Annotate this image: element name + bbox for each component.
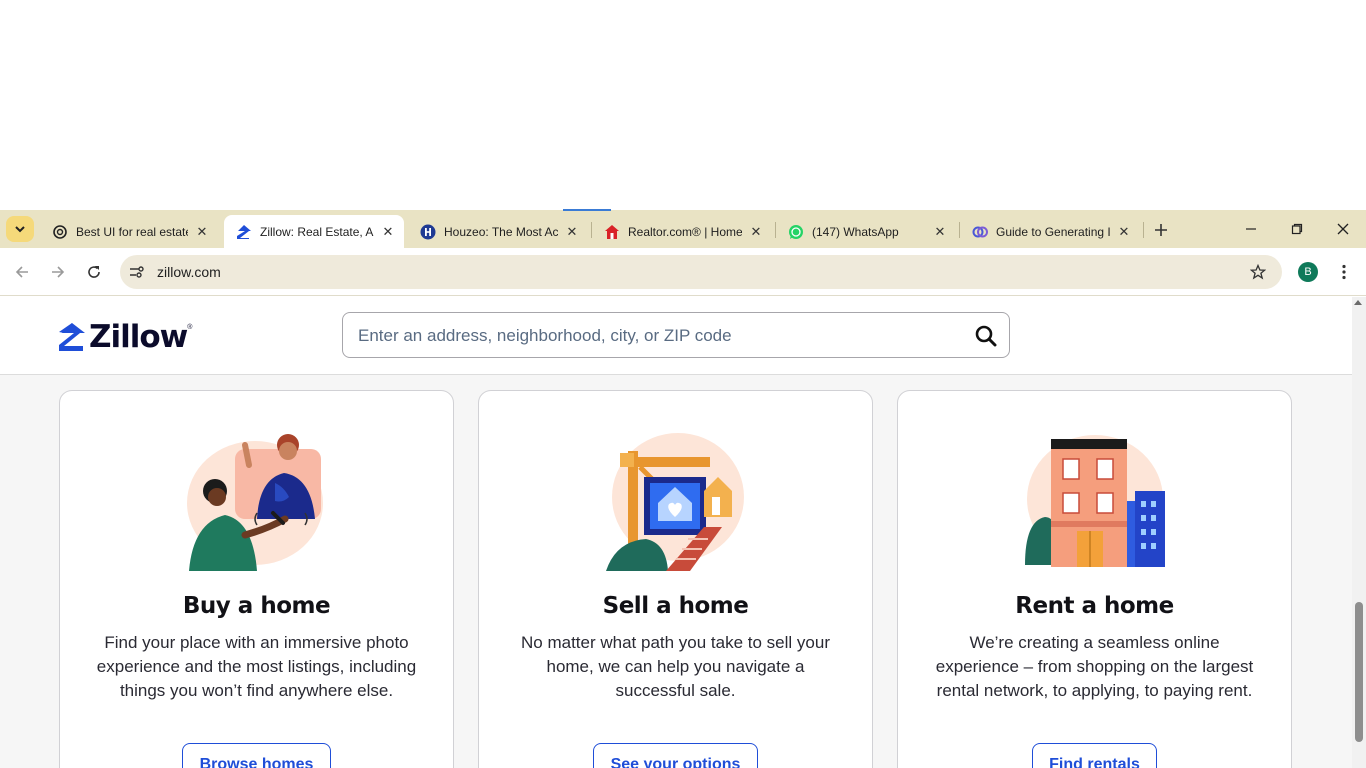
buy-home-card: Buy a home Find your place with an immer… (59, 390, 454, 768)
tab-title: Best UI for real estate (76, 224, 188, 239)
card-description: No matter what path you take to sell you… (521, 633, 830, 700)
site-info-icon[interactable] (126, 262, 148, 282)
scroll-up-arrow-icon[interactable] (1354, 300, 1362, 305)
tab-title: Zillow: Real Estate, Ap (260, 224, 374, 239)
card-description: We’re creating a seamless online experie… (935, 633, 1254, 700)
close-icon[interactable]: ✕ (932, 224, 948, 240)
zillow-header: Zillow ® (0, 297, 1352, 375)
url-text[interactable]: zillow.com (157, 264, 221, 280)
close-icon[interactable]: ✕ (194, 224, 210, 240)
search-icon (975, 325, 997, 347)
zillow-logo-text: Zillow (89, 319, 188, 355)
new-tab-button[interactable] (1150, 219, 1172, 241)
tab-title: Houzeo: The Most Ac (444, 224, 558, 239)
close-window-button[interactable] (1320, 214, 1366, 244)
reload-button[interactable] (82, 260, 106, 284)
card-title: Sell a home (602, 593, 749, 619)
profile-avatar[interactable]: B (1298, 262, 1318, 282)
reload-icon (88, 266, 100, 278)
tab-title: (147) WhatsApp (812, 224, 899, 239)
tab-guide[interactable]: Guide to Generating I ✕ (960, 215, 1140, 248)
tab-separator (591, 222, 592, 238)
bookmark-star-icon[interactable] (1248, 262, 1268, 282)
more-menu-icon[interactable] (1336, 262, 1352, 282)
arrow-right-icon (52, 266, 65, 278)
tab-separator (775, 222, 776, 238)
arrow-left-icon (15, 266, 28, 278)
gemini-icon (972, 224, 988, 240)
see-options-button[interactable]: See your options (593, 743, 758, 768)
zillow-icon (236, 224, 252, 240)
sell-home-illustration (479, 431, 872, 571)
tab-separator (1143, 222, 1144, 238)
tab-best-ui[interactable]: Best UI for real estate ✕ (40, 215, 218, 248)
restore-button[interactable] (1274, 214, 1320, 244)
close-icon[interactable]: ✕ (564, 224, 580, 240)
card-title: Rent a home (1015, 593, 1174, 619)
close-icon (1337, 223, 1349, 235)
tab-zillow[interactable]: Zillow: Real Estate, Ap ✕ (224, 215, 404, 248)
rent-home-card: Rent a home We’re creating a seamless on… (897, 390, 1292, 768)
browse-homes-button[interactable]: Browse homes (182, 743, 331, 768)
minimize-button[interactable] (1228, 214, 1274, 244)
card-description: Find your place with an immersive photo … (96, 633, 417, 700)
tab-group-indicator (563, 209, 611, 211)
sell-home-card: Sell a home No matter what path you take… (478, 390, 873, 768)
rent-home-illustration (898, 431, 1291, 571)
close-icon[interactable]: ✕ (748, 224, 764, 240)
zillow-logo[interactable]: Zillow ® (58, 319, 192, 355)
button-label: Find rentals (1049, 756, 1140, 768)
minimize-icon (1246, 228, 1256, 230)
zillow-search-box (342, 312, 1010, 358)
card-title: Buy a home (182, 593, 331, 619)
tab-whatsapp[interactable]: (147) WhatsApp ✕ (776, 215, 956, 248)
whatsapp-icon (788, 224, 804, 240)
button-label: See your options (610, 756, 741, 768)
back-button[interactable] (10, 260, 34, 284)
address-search-input[interactable] (358, 324, 958, 348)
tab-separator (959, 222, 960, 238)
realtor-icon (604, 224, 620, 240)
button-label: Browse homes (199, 756, 314, 768)
close-icon[interactable]: ✕ (1116, 224, 1132, 240)
zillow-logo-icon (59, 323, 85, 351)
tab-houzeo[interactable]: Houzeo: The Most Ac ✕ (408, 215, 588, 248)
plus-icon (1155, 224, 1167, 236)
buy-home-illustration (60, 431, 453, 571)
web-page: Zillow ® Enter an address, neighborhood,… (0, 297, 1352, 768)
openai-icon (52, 224, 68, 240)
restore-icon (1291, 223, 1303, 235)
houzeo-icon (420, 224, 436, 240)
scrollbar-thumb[interactable] (1355, 602, 1363, 742)
forward-button[interactable] (46, 260, 70, 284)
close-icon[interactable]: ✕ (380, 224, 396, 240)
tab-title: Guide to Generating I (996, 224, 1110, 239)
zillow-logo-reg: ® (187, 323, 193, 331)
find-rentals-button[interactable]: Find rentals (1032, 743, 1157, 768)
search-button[interactable] (973, 323, 999, 349)
chevron-down-icon (15, 226, 25, 233)
address-bar[interactable] (120, 255, 1282, 289)
blank-area (0, 0, 1366, 210)
tab-realtor[interactable]: Realtor.com® | Home ✕ (592, 215, 772, 248)
tab-search-button[interactable] (6, 216, 34, 242)
tab-title: Realtor.com® | Home (628, 224, 742, 239)
